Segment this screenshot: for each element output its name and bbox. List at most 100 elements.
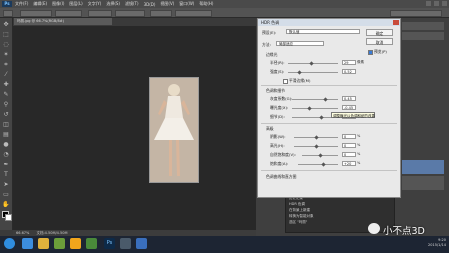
menu-item[interactable]: 滤镜(T): [125, 1, 139, 7]
gamma-slider-handle[interactable]: [323, 97, 328, 102]
shape-tool-icon[interactable]: ▭: [2, 191, 10, 198]
method-select[interactable]: 局部适应: [276, 41, 324, 46]
eyedropper-tool-icon[interactable]: ⁄: [2, 71, 10, 78]
panel-tab[interactable]: [402, 32, 444, 40]
document-size: 文档:4.50M/4.50M: [36, 231, 68, 235]
option-dropdown[interactable]: [175, 10, 212, 17]
history-item[interactable]: HDR 色调: [289, 202, 305, 206]
gamma-slider-track[interactable]: [292, 99, 338, 100]
edge-glow-header: 边缘光: [266, 52, 278, 57]
history-item[interactable]: 转换为智能对象: [289, 214, 314, 218]
saturation-slider-track[interactable]: [298, 164, 338, 165]
photoshop-taskbar-icon[interactable]: Ps: [104, 238, 115, 249]
menu-item[interactable]: 视图(V): [160, 1, 174, 7]
option-dropdown[interactable]: [150, 10, 172, 17]
ie-browser-icon[interactable]: [22, 238, 33, 249]
menu-item[interactable]: 文件(F): [15, 1, 28, 7]
media-player-icon[interactable]: [54, 238, 65, 249]
hand-tool-icon[interactable]: ✋: [2, 201, 10, 208]
option-dropdown[interactable]: [115, 10, 145, 17]
detail-slider-handle[interactable]: [319, 115, 324, 120]
zoom-level[interactable]: 66.67%: [16, 231, 29, 235]
history-item[interactable]: 在背景上新建: [289, 208, 310, 212]
ok-button[interactable]: 确定: [366, 29, 393, 36]
tools-panel: ✥ ⬚ ◌ ✶ ⌗ ⁄ ✚ ✎ ⚲ ↺ ◫ ▤ ● ◔ ✒ T ➤ ▭ ✋: [0, 18, 13, 230]
marquee-tool-icon[interactable]: ⬚: [2, 31, 10, 38]
shadow-input[interactable]: 0: [342, 134, 356, 139]
saturation-slider-handle[interactable]: [321, 162, 326, 167]
exposure-slider-handle[interactable]: [307, 106, 312, 111]
dodge-tool-icon[interactable]: ◔: [2, 151, 10, 158]
option-dropdown[interactable]: [20, 10, 52, 17]
close-icon[interactable]: [393, 20, 399, 25]
document-tab[interactable]: 玛丽.jpg @ 66.7%(RGB/8#): [14, 18, 112, 25]
saturation-input[interactable]: +20: [342, 161, 356, 166]
menu-item[interactable]: 选择(S): [106, 1, 120, 7]
radius-input[interactable]: 29: [342, 60, 356, 65]
smooth-edges-checkbox[interactable]: [283, 79, 288, 84]
browser-icon[interactable]: [70, 238, 81, 249]
strength-slider-track[interactable]: [288, 72, 338, 73]
type-tool-icon[interactable]: T: [2, 171, 10, 178]
exposure-input[interactable]: -0.45: [342, 105, 356, 110]
panel-thumbnail[interactable]: [402, 176, 444, 190]
menu-item[interactable]: 帮助(H): [199, 1, 213, 7]
workspace-dropdown[interactable]: [390, 10, 442, 17]
photoshop-logo: Ps: [2, 1, 12, 7]
tooltip: 调整曝光以色调和细节改善: [331, 112, 375, 118]
app-icon[interactable]: [120, 238, 131, 249]
smooth-edges-label: 平滑边缘(M): [289, 78, 311, 83]
vibrance-input[interactable]: 0: [342, 152, 356, 157]
exposure-slider-track[interactable]: [292, 108, 338, 109]
lasso-tool-icon[interactable]: ◌: [2, 41, 10, 48]
history-item[interactable]: 选区 "玛丽": [289, 220, 307, 224]
shadow-slider-handle[interactable]: [314, 135, 319, 140]
strength-input[interactable]: 0.52: [342, 69, 356, 74]
pen-tool-icon[interactable]: ✒: [2, 161, 10, 168]
minimize-icon[interactable]: [426, 1, 431, 6]
blur-tool-icon[interactable]: ●: [2, 141, 10, 148]
cancel-button[interactable]: 取消: [366, 38, 393, 45]
highlight-input[interactable]: 0: [342, 143, 356, 148]
menu-item[interactable]: 图层(L): [69, 1, 82, 7]
brush-tool-icon[interactable]: ✎: [2, 91, 10, 98]
section-divider: [261, 85, 397, 86]
crop-tool-icon[interactable]: ⌗: [2, 61, 10, 68]
canvas-area[interactable]: [13, 26, 256, 230]
panel-tab[interactable]: [402, 22, 444, 30]
panel-thumbnail[interactable]: [402, 160, 444, 174]
menu-item[interactable]: 图像(I): [52, 1, 64, 7]
vibrance-label: 自然饱和度(V):: [270, 152, 296, 157]
preview-checkbox[interactable]: [368, 50, 373, 55]
path-select-icon[interactable]: ➤: [2, 181, 10, 188]
maximize-icon[interactable]: [434, 1, 439, 6]
strength-slider-handle[interactable]: [297, 70, 302, 75]
toning-curve-header[interactable]: 色调曲线和直方图: [266, 174, 296, 180]
folder-icon[interactable]: [38, 238, 49, 249]
preset-select[interactable]: 默认值: [286, 29, 360, 34]
eraser-tool-icon[interactable]: ◫: [2, 121, 10, 128]
history-brush-icon[interactable]: ↺: [2, 111, 10, 118]
gradient-tool-icon[interactable]: ▤: [2, 131, 10, 138]
app-icon[interactable]: [86, 238, 97, 249]
background-color-swatch[interactable]: [5, 214, 12, 221]
close-icon[interactable]: [442, 1, 447, 6]
healing-brush-icon[interactable]: ✚: [2, 81, 10, 88]
vibrance-slider-handle[interactable]: [318, 153, 323, 158]
tool-preset-icon[interactable]: [3, 10, 13, 17]
system-tray[interactable]: 9:20 2015/1/14: [428, 238, 446, 248]
menu-item[interactable]: 文字(Y): [88, 1, 102, 7]
magic-wand-icon[interactable]: ✶: [2, 51, 10, 58]
menu-item[interactable]: 3D(D): [144, 2, 156, 7]
start-button-icon[interactable]: [4, 238, 15, 249]
gamma-input[interactable]: 0.45: [342, 96, 356, 101]
option-dropdown[interactable]: [55, 10, 82, 17]
menu-item[interactable]: 编辑(E): [33, 1, 47, 7]
move-tool-icon[interactable]: ✥: [2, 21, 10, 28]
highlight-slider-handle[interactable]: [314, 144, 319, 149]
clone-stamp-icon[interactable]: ⚲: [2, 101, 10, 108]
radius-slider-handle[interactable]: [309, 61, 314, 66]
option-dropdown[interactable]: [88, 10, 112, 17]
menu-item[interactable]: 窗口(W): [179, 1, 194, 7]
app-icon[interactable]: [136, 238, 147, 249]
